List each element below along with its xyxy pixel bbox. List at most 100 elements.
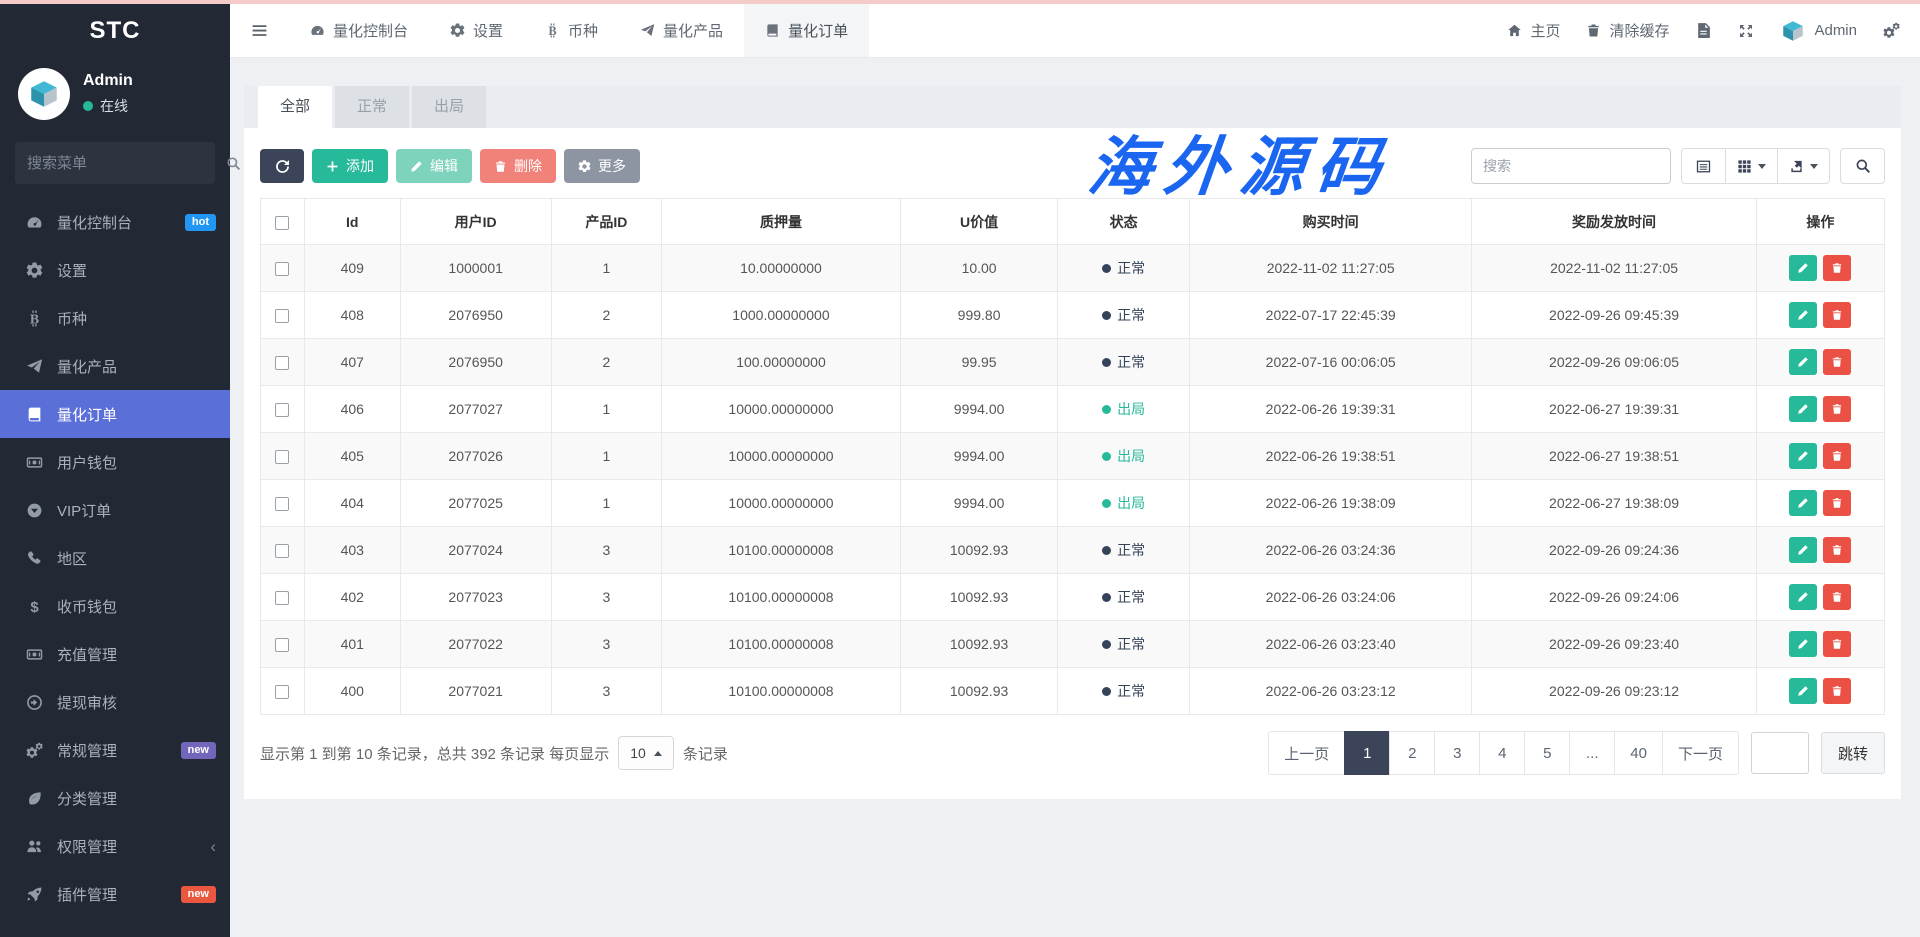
svg-text:B: B [548,24,556,38]
row-delete-button[interactable] [1823,631,1851,657]
row-delete-button[interactable] [1823,678,1851,704]
page-number-button[interactable]: 40 [1614,731,1663,775]
row-checkbox[interactable] [275,497,289,511]
row-edit-button[interactable] [1789,349,1817,375]
sidebar-item-plugin[interactable]: 插件管理new [0,870,230,918]
page-ellipsis[interactable]: ... [1569,731,1615,775]
row-edit-button[interactable] [1789,537,1817,563]
row-edit-button[interactable] [1789,443,1817,469]
filter-tab-2[interactable]: 出局 [412,86,486,128]
menu-toggle-icon[interactable] [230,4,289,57]
row-checkbox[interactable] [275,450,289,464]
language-file-icon[interactable] [1695,22,1712,39]
row-delete-button[interactable] [1823,584,1851,610]
row-edit-button[interactable] [1789,255,1817,281]
page-number-button[interactable]: 3 [1434,731,1480,775]
sidebar-item-label: 量化控制台 [57,212,132,233]
row-edit-button[interactable] [1789,396,1817,422]
row-edit-button[interactable] [1789,631,1817,657]
row-checkbox[interactable] [275,638,289,652]
sidebar-item-user-wallet[interactable]: 用户钱包 [0,438,230,486]
export-button[interactable] [1777,148,1830,184]
page-number-button[interactable]: 2 [1389,731,1435,775]
jump-page-input[interactable] [1751,732,1809,774]
sidebar-item-vip-order[interactable]: VIP订单 [0,486,230,534]
row-delete-button[interactable] [1823,490,1851,516]
filter-tab-0[interactable]: 全部 [258,86,332,128]
columns-button[interactable] [1725,148,1778,184]
tab-quant-product[interactable]: 量化产品 [619,4,744,57]
tab-coin[interactable]: B币种 [524,4,619,57]
detail-view-button[interactable] [1681,148,1726,184]
clear-cache-link[interactable]: 清除缓存 [1586,20,1669,41]
sidebar-item-permission[interactable]: 权限管理‹ [0,822,230,870]
page-next-button[interactable]: 下一页 [1662,731,1739,775]
page-number-button[interactable]: 1 [1344,731,1390,775]
filter-tab-1[interactable]: 正常 [335,86,409,128]
row-checkbox-cell [261,339,305,386]
plane-icon [640,23,655,38]
content-card: 全部正常出局 添加 编辑 删除 更多 海外源码 Id用户ID产品ID [244,86,1901,799]
settings-cogs-icon[interactable] [1883,22,1900,39]
row-edit-button[interactable] [1789,678,1817,704]
tab-settings[interactable]: 设置 [429,4,524,57]
sidebar-item-quant-product[interactable]: 量化产品 [0,342,230,390]
row-checkbox[interactable] [275,356,289,370]
tab-quant-console[interactable]: 量化控制台 [289,4,429,57]
row-delete-button[interactable] [1823,302,1851,328]
table-row: 4062077027110000.000000009994.00出局2022-0… [261,386,1885,433]
page-size-select[interactable]: 10 [618,736,674,770]
page-number-button[interactable]: 4 [1479,731,1525,775]
row-delete-button[interactable] [1823,255,1851,281]
row-edit-button[interactable] [1789,490,1817,516]
sidebar-search-input[interactable] [27,155,226,172]
home-link[interactable]: 主页 [1507,20,1560,41]
sidebar-item-coin[interactable]: B币种 [0,294,230,342]
row-delete-button[interactable] [1823,396,1851,422]
table-search-input[interactable] [1471,148,1671,184]
page-prev-button[interactable]: 上一页 [1268,731,1345,775]
row-checkbox[interactable] [275,591,289,605]
pencil-icon [1797,262,1809,274]
page-number-button[interactable]: 5 [1524,731,1570,775]
sidebar-item-recharge[interactable]: 充值管理 [0,630,230,678]
search-trigger-button[interactable] [1840,148,1885,184]
search-icon[interactable] [226,156,241,171]
fullscreen-icon[interactable] [1738,23,1754,39]
sidebar-item-quant-order[interactable]: 量化订单 [0,390,230,438]
cell-reward-time: 2022-06-27 19:38:09 [1472,480,1756,527]
row-checkbox[interactable] [275,309,289,323]
sidebar-item-withdraw-audit[interactable]: 提现审核 [0,678,230,726]
row-delete-button[interactable] [1823,349,1851,375]
row-checkbox[interactable] [275,685,289,699]
cell-actions [1756,292,1884,339]
refresh-button[interactable] [260,149,304,183]
user-panel[interactable]: Admin 在线 [0,58,230,134]
search-icon [1855,158,1871,174]
row-edit-button[interactable] [1789,584,1817,610]
sidebar-item-quant-console[interactable]: 量化控制台hot [0,198,230,246]
row-checkbox[interactable] [275,544,289,558]
top-navbar: 量化控制台设置B币种量化产品量化订单 主页 清除缓存 Admin [230,4,1920,58]
delete-button[interactable]: 删除 [480,149,556,183]
dashboard-icon [310,23,325,38]
user-menu[interactable]: Admin [1780,18,1857,44]
row-checkbox[interactable] [275,262,289,276]
status-badge: 正常 [1102,587,1145,607]
more-button[interactable]: 更多 [564,149,640,183]
sidebar-item-general[interactable]: 常规管理new [0,726,230,774]
add-button[interactable]: 添加 [312,149,388,183]
sidebar-item-settings[interactable]: 设置 [0,246,230,294]
row-checkbox[interactable] [275,403,289,417]
row-edit-button[interactable] [1789,302,1817,328]
bitcoin-icon: B [545,23,560,38]
row-delete-button[interactable] [1823,537,1851,563]
jump-button[interactable]: 跳转 [1821,732,1885,774]
row-delete-button[interactable] [1823,443,1851,469]
edit-button[interactable]: 编辑 [396,149,472,183]
sidebar-item-receive-wallet[interactable]: $收币钱包 [0,582,230,630]
tab-quant-order[interactable]: 量化订单 [744,4,869,57]
sidebar-item-category[interactable]: 分类管理 [0,774,230,822]
sidebar-item-region[interactable]: 地区 [0,534,230,582]
select-all-checkbox[interactable] [275,216,289,230]
